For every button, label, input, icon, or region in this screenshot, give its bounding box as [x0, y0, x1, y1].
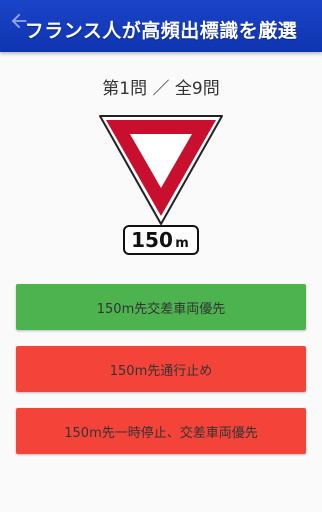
app-header: フランス人が高頻出標識を厳選	[0, 0, 322, 52]
sign-plate-unit: m	[175, 236, 189, 251]
answer-button-1[interactable]: 150m先交差車両優先	[16, 284, 306, 330]
question-counter: 第1問 ／ 全9問	[102, 79, 220, 99]
sign-plate-number: 150	[131, 228, 173, 252]
answer-button-2[interactable]: 150m先通行止め	[16, 346, 306, 392]
yield-sign-icon: 150 m	[99, 115, 223, 255]
road-sign-image: 150 m	[96, 112, 226, 258]
answer-label: 150m先通行止め	[109, 363, 213, 379]
answer-label: 150m先交差車両優先	[96, 301, 226, 317]
answer-button-3[interactable]: 150m先一時停止、交差車両優先	[16, 408, 306, 454]
app-title: フランス人が高頻出標識を厳選	[24, 20, 298, 42]
answer-label: 150m先一時停止、交差車両優先	[64, 425, 258, 441]
